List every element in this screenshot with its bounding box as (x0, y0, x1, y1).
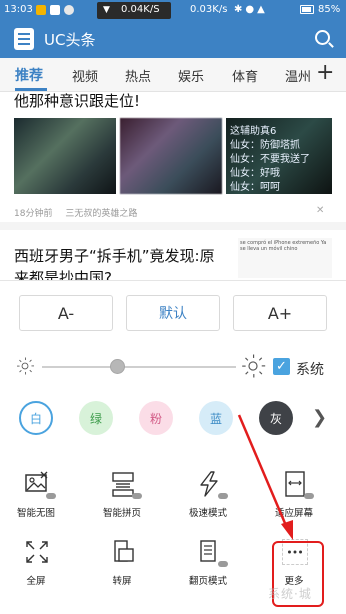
clock: 13:03 (4, 4, 33, 15)
thumbnail-caption: 这辅助真6 (230, 126, 277, 137)
chevron-right-icon[interactable]: ❯ (312, 407, 327, 428)
article-meta: 18分钟前 三无叔的英雄之路 (14, 206, 137, 219)
tab-video[interactable]: 视频 (72, 66, 98, 85)
channel-tabs: 推荐 视频 热点 娱乐 体育 温州 + (0, 58, 346, 92)
tab-local[interactable]: 温州 (285, 66, 311, 85)
search-icon[interactable] (315, 30, 330, 45)
battery-percent: 85% (318, 4, 341, 15)
fullscreen-icon (26, 541, 48, 563)
thumbnail-caption: se compró el iPhone extremeño Ya se llev… (240, 240, 327, 252)
toggle-icon (218, 561, 228, 567)
toggle-icon (132, 493, 142, 499)
article-time: 18分钟前 (14, 209, 53, 219)
watermark: 系统·城 (268, 587, 312, 601)
theme-gray-button[interactable]: 灰 (259, 401, 293, 435)
tab-entertainment[interactable]: 娱乐 (178, 66, 204, 85)
tab-recommend[interactable]: 推荐 (15, 65, 43, 85)
system-icons: ✱●▲ (234, 4, 268, 15)
system-brightness-label: 系统 (296, 362, 324, 378)
article-thumbnail[interactable] (120, 118, 222, 194)
brightness-row: ✓ 系统 (0, 353, 346, 381)
rotate-screen-button[interactable]: 转屏 (86, 539, 158, 599)
rotate-screen-icon (114, 540, 134, 562)
wifi-icon: ▼ (103, 5, 110, 15)
smart-no-image-button[interactable]: 智能无图 (0, 471, 72, 531)
thumbnail-caption: 仙女：不要我送了 (230, 154, 310, 165)
add-channel-icon[interactable]: + (316, 60, 334, 85)
speed-mode-button[interactable]: 极速模式 (172, 471, 244, 531)
network-speed: 0.04K/S (121, 4, 160, 15)
article-title[interactable]: 西班牙男子“拆手机”竟发现:原来都是抄中国? (14, 245, 228, 283)
status-bar: 13:03 ▼ 0.04K/S 0.03K/s ✱●▲ 85% (0, 0, 346, 20)
toggle-icon (304, 493, 314, 499)
thumbnail-caption: 仙女：好哦 (230, 168, 280, 179)
toggle-icon (46, 493, 56, 499)
tool-label: 极速模式 (188, 508, 227, 519)
tool-label: 全屏 (26, 576, 46, 587)
theme-blue-button[interactable]: 蓝 (199, 401, 233, 435)
brightness-high-icon (241, 354, 265, 378)
font-default-button[interactable]: 默认 (126, 295, 220, 331)
dismiss-icon[interactable]: ✕ (316, 205, 324, 216)
font-increase-button[interactable]: A+ (233, 295, 327, 331)
article-thumbnail[interactable]: se compró el iPhone extremeño Ya se llev… (238, 238, 332, 278)
system-brightness-checkbox[interactable]: ✓ (273, 358, 290, 375)
theme-white-button[interactable]: 白 (19, 401, 53, 435)
app-title: UC头条 (44, 31, 96, 49)
notification-icon (50, 5, 60, 15)
thumbnail-caption: 仙女：防御塔抓 (230, 140, 300, 151)
brightness-low-icon (16, 357, 34, 375)
theme-selector: 白 绿 粉 蓝 灰 ❯ (0, 399, 346, 439)
tab-sports[interactable]: 体育 (232, 66, 258, 85)
toggle-icon (218, 493, 228, 499)
tab-hot[interactable]: 热点 (125, 66, 151, 85)
uc-logo-icon (14, 28, 34, 50)
theme-pink-button[interactable]: 粉 (139, 401, 173, 435)
tool-label: 智能无图 (16, 508, 55, 519)
fullscreen-button[interactable]: 全屏 (0, 539, 72, 599)
brightness-slider-thumb[interactable] (110, 359, 126, 374)
notification-icon (36, 5, 46, 15)
smart-page-merge-button[interactable]: 智能拼页 (86, 471, 158, 531)
tool-label: 翻页模式 (188, 576, 227, 587)
article-title[interactable]: 他那种意识跟走位! (14, 90, 140, 111)
font-decrease-button[interactable]: A- (19, 295, 113, 331)
article-source: 三无叔的英雄之路 (65, 209, 138, 219)
notification-icon (64, 5, 74, 15)
feed-divider (0, 222, 346, 230)
theme-green-button[interactable]: 绿 (79, 401, 113, 435)
app-header: UC头条 (0, 20, 346, 58)
thumbnail-caption: 仙女：呵呵 (230, 182, 280, 193)
network-speed-secondary: 0.03K/s (190, 4, 228, 15)
article-thumbnail[interactable]: 这辅助真6 仙女：防御塔抓 仙女：不要我送了 仙女：好哦 仙女：呵呵 (226, 118, 332, 194)
battery-icon (300, 5, 314, 14)
page-turn-mode-button[interactable]: 翻页模式 (172, 539, 244, 599)
tool-label: 转屏 (112, 576, 132, 587)
brightness-slider-track[interactable] (42, 366, 236, 368)
tool-label: 适应屏幕 (274, 508, 313, 519)
network-speed-badge: ▼ 0.04K/S (97, 2, 171, 19)
tool-label: 智能拼页 (102, 508, 141, 519)
fit-screen-button[interactable]: 适应屏幕 (258, 471, 330, 531)
article-thumbnail[interactable] (14, 118, 116, 194)
